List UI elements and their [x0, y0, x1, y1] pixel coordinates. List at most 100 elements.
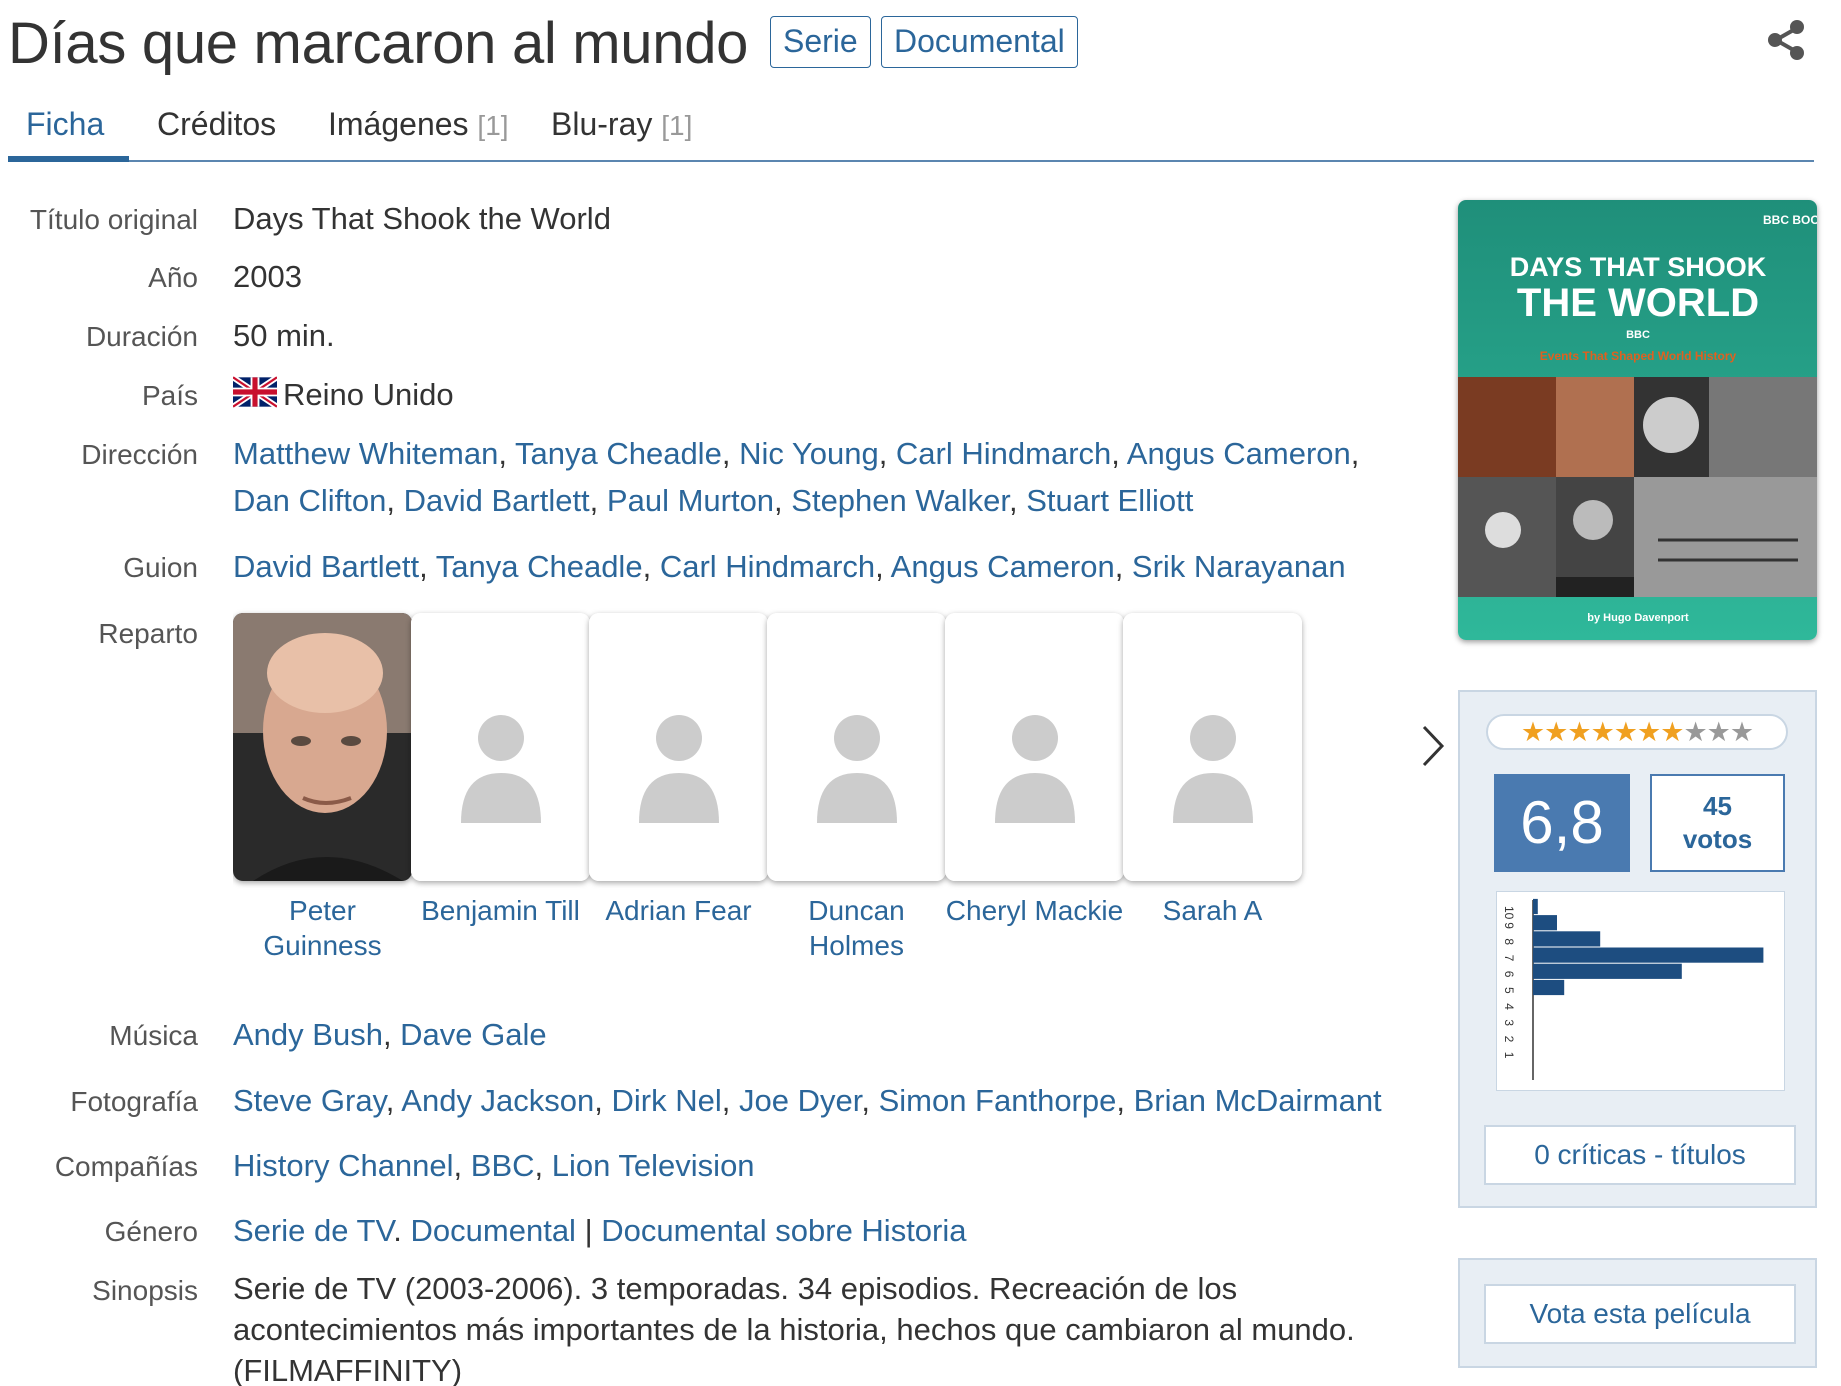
companies-value: History Channel, BBC, Lion Television — [233, 1142, 755, 1189]
synopsis-value: Serie de TV (2003-2006). 3 temporadas. 3… — [233, 1271, 1355, 1386]
label-music: Música — [109, 1020, 198, 1051]
genre-separator: . — [393, 1213, 411, 1248]
average-rating: 6,8 — [1494, 774, 1630, 872]
person-placeholder-icon — [767, 613, 946, 881]
cast-card[interactable]: Peter Guinness — [233, 613, 412, 963]
tab-imagenes[interactable]: Imágenes [1] — [328, 106, 509, 143]
composer-link[interactable]: Dave Gale — [400, 1017, 546, 1052]
poster-author: by Hugo Davenport — [1587, 612, 1689, 624]
label-year: Año — [148, 262, 198, 293]
vote-count[interactable]: 45 votos — [1650, 774, 1785, 872]
poster-image[interactable]: BBC BOOKS DAYS THAT SHOOK THE WORLD BBC … — [1458, 200, 1817, 640]
genre-link[interactable]: Documental sobre Historia — [601, 1213, 966, 1248]
writer-link[interactable]: Tanya Cheadle — [436, 549, 643, 584]
criticas-button[interactable]: 0 críticas - títulos — [1484, 1125, 1796, 1185]
company-link[interactable]: Lion Television — [552, 1148, 755, 1183]
share-icon[interactable] — [1764, 18, 1808, 62]
director-link[interactable]: Nic Young — [739, 436, 879, 471]
director-link[interactable]: Matthew Whiteman — [233, 436, 498, 471]
vote-button[interactable]: Vota esta película — [1484, 1284, 1796, 1344]
cast-name-link[interactable]: Cheryl Mackie — [945, 893, 1124, 928]
comma-separator: , — [1008, 483, 1027, 518]
cinematographer-link[interactable]: Dirk Nel — [612, 1083, 722, 1118]
tab-ficha[interactable]: Ficha — [26, 106, 104, 143]
genre-link[interactable]: Documental — [411, 1213, 576, 1248]
director-link[interactable]: Paul Murton — [607, 483, 774, 518]
star-icon: ★ — [1613, 716, 1638, 747]
label-duration: Duración — [85, 321, 198, 352]
cinematographer-link[interactable]: Steve Gray — [233, 1083, 386, 1118]
writer-link[interactable]: David Bartlett — [233, 549, 419, 584]
tag-documental[interactable]: Documental — [881, 16, 1078, 68]
label-companies: Compañías — [54, 1151, 198, 1182]
writer-link[interactable]: Carl Hindmarch — [660, 549, 875, 584]
cast-card[interactable]: Cheryl Mackie — [945, 613, 1124, 928]
director-link[interactable]: Carl Hindmarch — [896, 436, 1111, 471]
uk-flag-icon — [233, 376, 277, 408]
star-icon: ★ — [1567, 716, 1591, 747]
cast-name-link[interactable]: Duncan Holmes — [767, 893, 946, 963]
genre-link[interactable]: Serie de TV — [233, 1213, 393, 1248]
cast-card[interactable]: Duncan Holmes — [767, 613, 946, 963]
poster-line2: THE WORLD — [1517, 281, 1759, 325]
cinematographer-link[interactable]: Joe Dyer — [739, 1083, 861, 1118]
direction-value: Matthew Whiteman, Tanya Cheadle, Nic You… — [233, 430, 1393, 524]
year-value: 2003 — [233, 259, 302, 294]
histogram-bar — [1533, 979, 1565, 996]
cast-name-link[interactable]: Adrian Fear — [589, 893, 768, 928]
histogram-tick-label: 5 — [1502, 987, 1516, 994]
star-icon: ★ — [1706, 716, 1731, 747]
tab-creditos[interactable]: Créditos — [157, 106, 276, 143]
label-genre: Género — [104, 1216, 198, 1247]
director-link[interactable]: David Bartlett — [404, 483, 590, 518]
histogram-tick-label: 7 — [1502, 955, 1516, 962]
histogram-bar — [1533, 898, 1538, 915]
tag-serie[interactable]: Serie — [770, 16, 871, 68]
comma-separator: , — [1350, 436, 1360, 471]
chevron-right-icon[interactable] — [1418, 723, 1448, 769]
original-title-value: Days That Shook the World — [233, 201, 611, 236]
comma-separator: , — [861, 1083, 879, 1118]
vote-panel: Vota esta película — [1458, 1258, 1817, 1368]
comma-separator: , — [589, 483, 607, 518]
tab-bar: Ficha Créditos Imágenes [1] Blu-ray [1] — [8, 100, 1814, 162]
writer-link[interactable]: Angus Cameron — [891, 549, 1115, 584]
music-value: Andy Bush, Dave Gale — [233, 1011, 547, 1058]
director-link[interactable]: Dan Clifton — [233, 483, 386, 518]
label-cast: Reparto — [98, 618, 198, 649]
poster-bbc: BBC — [1626, 329, 1650, 341]
histogram-bar — [1533, 963, 1682, 979]
duration-value: 50 min. — [233, 318, 335, 353]
vote-count-label: votos — [1682, 824, 1753, 854]
cast-name-link[interactable]: Benjamin Till — [411, 893, 590, 928]
cast-card[interactable]: Sarah A — [1123, 613, 1302, 928]
cast-card[interactable]: Adrian Fear — [589, 613, 768, 928]
company-link[interactable]: History Channel — [233, 1148, 454, 1183]
histogram-tick-label: 2 — [1502, 1036, 1516, 1043]
cinematographer-link[interactable]: Simon Fanthorpe — [879, 1083, 1117, 1118]
director-link[interactable]: Stuart Elliott — [1026, 483, 1193, 518]
rating-histogram: 10 9 8 7 6 5 4 3 2 1 — [1496, 891, 1785, 1091]
vote-count-number: 45 — [1703, 791, 1732, 821]
composer-link[interactable]: Andy Bush — [233, 1017, 383, 1052]
country-value: Reino Unido — [233, 371, 454, 418]
genre-value: Serie de TV. Documental | Documental sob… — [233, 1207, 967, 1254]
director-link[interactable]: Tanya Cheadle — [515, 436, 722, 471]
writer-link[interactable]: Srik Narayanan — [1132, 549, 1346, 584]
comma-separator: , — [1111, 436, 1127, 471]
cast-name-link[interactable]: Peter Guinness — [233, 893, 412, 963]
poster-subtitle: Events That Shaped World History — [1540, 349, 1737, 363]
director-link[interactable]: Stephen Walker — [791, 483, 1009, 518]
cast-card[interactable]: Benjamin Till — [411, 613, 590, 928]
cinematographer-link[interactable]: Brian McDairmant — [1134, 1083, 1382, 1118]
rating-panel: ★ ★ ★ ★ ★ ★ ★ ★ ★ ★ 6,8 45 votos 10 9 8 7 6 5 4 3 2 1 0 cr… — [1458, 690, 1817, 1208]
star-icon: ★ — [1520, 716, 1545, 747]
tab-label: Ficha — [26, 106, 105, 142]
tab-count: [1] — [477, 110, 509, 141]
director-link[interactable]: Angus Cameron — [1127, 436, 1351, 471]
cinematographer-link[interactable]: Andy Jackson — [401, 1083, 594, 1118]
tab-label: Imágenes — [328, 106, 469, 142]
cast-name-link[interactable]: Sarah A — [1123, 893, 1302, 928]
company-link[interactable]: BBC — [471, 1148, 535, 1183]
tab-bluray[interactable]: Blu-ray [1] — [551, 106, 692, 143]
